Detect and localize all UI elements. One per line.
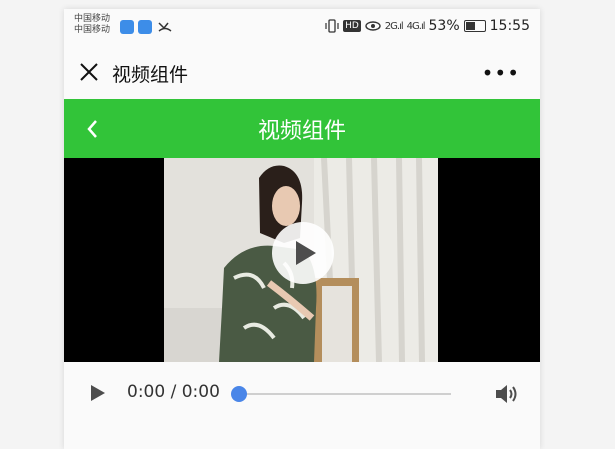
eye-icon xyxy=(365,21,381,31)
current-time: 0:00 xyxy=(127,382,166,402)
play-icon xyxy=(296,241,316,265)
play-button[interactable] xyxy=(272,222,334,284)
signal-4g: 4G.ıl xyxy=(406,20,426,32)
clock: 15:55 xyxy=(489,18,530,34)
duration: 0:00 xyxy=(181,382,220,402)
video-controls: 0:00 / 0:00 xyxy=(64,362,540,424)
status-bar: 中国移动 中国移动 HD 2G.ıl 4G.ıl 53% 15:55 xyxy=(64,9,540,45)
status-right: HD 2G.ıl 4G.ıl 53% 15:55 xyxy=(325,18,530,34)
phone-screen: 中国移动 中国移动 HD 2G.ıl 4G.ıl 53% 15:55 视频组件 … xyxy=(64,9,540,449)
title-bar: 视频组件 ••• xyxy=(64,45,540,99)
carrier-labels: 中国移动 中国移动 xyxy=(74,14,110,36)
hd-badge: HD xyxy=(343,20,361,32)
battery-percent: 53% xyxy=(428,18,460,34)
time-display: 0:00 / 0:00 xyxy=(127,382,220,402)
play-icon[interactable] xyxy=(90,384,106,402)
signal-2g: 2G.ıl xyxy=(384,20,404,32)
carrier-1: 中国移动 xyxy=(74,14,111,24)
vibrate-icon xyxy=(325,19,339,33)
volume-icon[interactable] xyxy=(494,382,520,406)
more-icon[interactable]: ••• xyxy=(482,63,520,83)
close-icon[interactable] xyxy=(78,61,100,83)
carrier-2: 中国移动 xyxy=(74,25,111,35)
time-separator: / xyxy=(165,382,182,402)
app-notification-icon xyxy=(120,20,134,34)
missed-call-icon xyxy=(158,22,172,32)
page-title: 视频组件 xyxy=(112,64,189,86)
nav-title: 视频组件 xyxy=(257,119,346,144)
message-notification-icon xyxy=(138,20,152,34)
video-player[interactable] xyxy=(64,158,540,362)
progress-track[interactable] xyxy=(239,393,451,395)
progress-thumb[interactable] xyxy=(231,386,247,402)
nav-bar: 视频组件 xyxy=(64,99,540,158)
battery-icon xyxy=(463,20,486,32)
